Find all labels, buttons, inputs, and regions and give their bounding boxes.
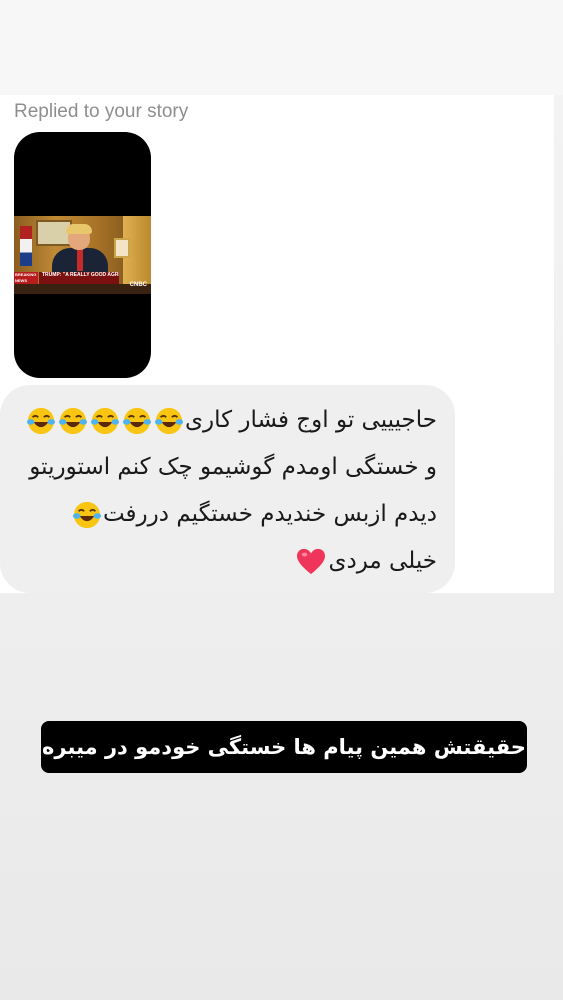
video-lower-third: TRUMP: "A REALLY GOOD AGREEMENT" FOR BOT…: [39, 272, 119, 284]
message-line-2: و خستگی اومدم گوشیمو چک کنم استوریتو: [29, 454, 437, 480]
tears-of-joy-emoji-icon: [154, 407, 184, 434]
red-heart-emoji-icon: [297, 548, 326, 574]
video-person-tie: [77, 249, 83, 271]
story-video-frame: BREAKING NEWS TRUMP: "A REALLY GOOD AGRE…: [14, 216, 151, 294]
video-picture-frame: [114, 238, 130, 258]
tears-of-joy-emoji-icon: [72, 501, 102, 528]
tears-of-joy-emoji-icon: [90, 407, 120, 434]
message-line-4: خیلی مردی: [0, 538, 437, 585]
story-thumbnail[interactable]: BREAKING NEWS TRUMP: "A REALLY GOOD AGRE…: [14, 132, 151, 378]
message-line-4-text: خیلی مردی: [328, 548, 437, 574]
message-line-1-text: حاجیییی تو اوج فشار کاری: [184, 407, 437, 433]
video-flag: [20, 226, 32, 266]
video-person-hair: [66, 224, 92, 234]
tears-of-joy-emoji-icon: [26, 407, 56, 434]
tears-of-joy-emoji-icon: [58, 407, 88, 434]
tears-of-joy-emoji-icon: [122, 407, 152, 434]
replied-to-story-label: Replied to your story: [14, 101, 189, 122]
message-line-1: حاجیییی تو اوج فشار کاری: [0, 397, 437, 444]
video-breaking-news-tag: BREAKING NEWS: [14, 272, 38, 284]
message-bubble[interactable]: حاجیییی تو اوج فشار کاری و خستگی اومدم گ…: [0, 385, 455, 593]
video-network-logo: CNBC: [129, 282, 147, 288]
top-blank-area: [0, 0, 563, 95]
message-line-3-text: دیدم ازبس خندیدم خستگیم دررفت: [102, 501, 437, 527]
laughing-emojis: [25, 407, 185, 434]
story-caption: حقیقتش همین پیام ها خستگی خودمو در میبره: [41, 721, 527, 773]
message-line-3: دیدم ازبس خندیدم خستگیم دررفت: [0, 491, 437, 538]
chat-screenshot: Replied to your story BREAKING NEWS TRUM…: [0, 95, 554, 593]
